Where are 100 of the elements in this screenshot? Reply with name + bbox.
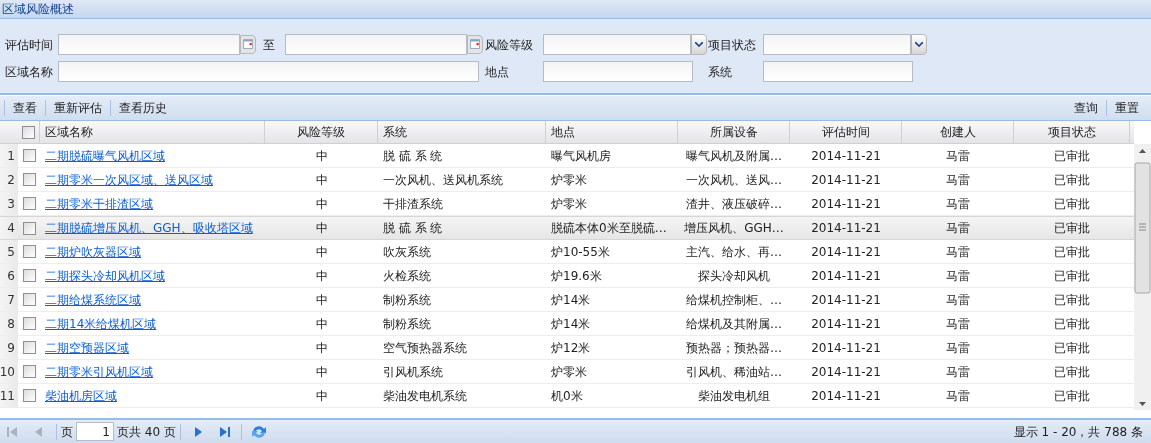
field-label: 风险等级 [485, 36, 534, 54]
column-header[interactable]: 地点 [546, 121, 678, 143]
page-total: 页共 40 页 [117, 423, 176, 441]
row-checkbox[interactable] [22, 245, 36, 258]
row-number: 9 [0, 336, 18, 359]
table-cell-text: 已审批 [1054, 363, 1090, 381]
column-header[interactable]: 项目状态 [1014, 121, 1130, 143]
area-link[interactable]: 二期14米给煤机区域 [45, 314, 157, 333]
table-row[interactable]: 9 二期空预器区域 中 空气预热器系统 炉12米 预热器；预热器… 2014-11-21 马雷 已审批 [0, 336, 1134, 360]
row-checkbox[interactable] [22, 149, 36, 162]
input-field[interactable] [543, 61, 693, 82]
row-checkbox[interactable] [22, 197, 36, 210]
table-cell-text: 马雷 [946, 147, 970, 165]
row-checkbox[interactable] [22, 221, 36, 235]
table-row[interactable]: 5 二期炉吹灰器区域 中 吹灰系统 炉10-55米 主汽、给水、再… 2014-11-21 马雷 已审批 [0, 240, 1134, 264]
table-cell-text: 马雷 [946, 387, 970, 405]
table-cell-text: 2014-11-21 [811, 267, 881, 285]
table-cell-text: 曝气风机房 [551, 147, 611, 165]
table-cell-text: 中 [315, 315, 328, 333]
table-cell-text: 中 [315, 147, 328, 165]
row-number: 10 [0, 360, 18, 383]
table-row[interactable]: 7 二期给煤系统区域 中 制粉系统 炉14米 给煤机控制柜、… 2014-11-21 马雷 已审批 [0, 288, 1134, 312]
dropdown-button[interactable] [691, 34, 707, 55]
table-cell-text: 柴油发电机系统 [383, 387, 467, 405]
row-checkbox[interactable] [22, 365, 36, 378]
table-cell-text: 马雷 [946, 171, 970, 189]
table-cell-text: 已审批 [1054, 243, 1090, 261]
input-field[interactable] [763, 34, 911, 55]
table-row[interactable]: 6 二期探头冷却风机区域 中 火检系统 炉19.6米 探头冷却风机 2014-11-21 马雷 已审批 [0, 264, 1134, 288]
row-checkbox[interactable] [22, 269, 36, 282]
row-checkbox[interactable] [22, 293, 36, 306]
dropdown-button[interactable] [911, 34, 927, 55]
input-field[interactable] [58, 34, 240, 55]
table-row[interactable]: 3 二期零米干排渣区域 中 干排渣系统 炉零米 渣井、液压破碎… 2014-11-21 马雷 已审批 [0, 192, 1134, 216]
area-link[interactable]: 二期零米干排渣区域 [45, 194, 153, 213]
column-header[interactable]: 系统 [378, 121, 546, 143]
table-cell-text: 炉14米 [551, 315, 591, 333]
area-link[interactable]: 二期探头冷却风机区域 [45, 266, 165, 285]
area-link[interactable]: 二期零米引风机区域 [45, 362, 153, 381]
table-cell-text: 渣井、液压破碎… [686, 195, 782, 213]
row-checkbox[interactable] [22, 173, 36, 186]
table-cell-text: 已审批 [1054, 220, 1090, 237]
table-cell-text: 炉10-55米 [551, 243, 610, 261]
table-cell-text: 已审批 [1054, 195, 1090, 213]
scrollbar[interactable] [1134, 144, 1151, 410]
toolbar-button[interactable]: 重置 [1111, 99, 1143, 117]
table-row[interactable]: 8 二期14米给煤机区域 中 制粉系统 炉14米 给煤机及其附属… 2014-11-21 马雷 已审批 [0, 312, 1134, 336]
area-link[interactable]: 二期脱硫曝气风机区域 [45, 146, 165, 165]
table-cell-text: 马雷 [946, 315, 970, 333]
chevron-down-icon [695, 42, 703, 47]
table-row[interactable]: 2 二期零米一次风区域、送风区域 中 一次风机、送风机系统 炉零米 一次风机、送风… 2014-11-21 马雷 已审批 [0, 168, 1134, 192]
table-row[interactable]: 10 二期零米引风机区域 中 引风机系统 炉零米 引风机、稀油站… 2014-11-21 马雷 已审批 [0, 360, 1134, 384]
table-cell-text: 制粉系统 [383, 315, 431, 333]
toolbar-button[interactable]: 查看 [9, 99, 41, 117]
table-cell-text: 引风机系统 [383, 363, 443, 381]
area-link[interactable]: 柴油机房区域 [45, 386, 117, 405]
table-cell-text: 马雷 [946, 195, 970, 213]
row-checkbox[interactable] [22, 341, 36, 354]
row-checkbox[interactable] [22, 317, 36, 330]
table-row[interactable]: 11 柴油机房区域 中 柴油发电机系统 机0米 柴油发电机组 2014-11-21 马雷 已审批 [0, 384, 1134, 408]
column-header[interactable]: 区域名称 [40, 121, 265, 143]
row-checkbox[interactable] [22, 389, 36, 402]
table-cell-text: 2014-11-21 [811, 243, 881, 261]
column-header[interactable]: 所属设备 [678, 121, 790, 143]
table-cell-text: 吹灰系统 [383, 243, 431, 261]
table-cell-text: 中 [315, 267, 328, 285]
table-row[interactable]: 4 二期脱硫增压风机、GGH、吸收塔区域 中 脱 硫 系 统 脱硫本体0米至脱硫… 增压风机、GGH… 2014-11-21 马雷 已审批 [0, 216, 1134, 240]
table-cell-text: 已审批 [1054, 267, 1090, 285]
toolbar-button[interactable]: 查询 [1070, 99, 1102, 117]
input-field[interactable] [543, 34, 691, 55]
toolbar-button[interactable]: 查看历史 [115, 99, 171, 117]
page-number-field[interactable]: 1 [76, 422, 114, 441]
area-link[interactable]: 二期给煤系统区域 [45, 290, 141, 309]
table-cell-text: 已审批 [1054, 339, 1090, 357]
column-header[interactable]: 评估时间 [790, 121, 902, 143]
chevron-down-icon [915, 42, 923, 47]
input-field[interactable] [58, 61, 479, 82]
column-header[interactable]: 风险等级 [265, 121, 378, 143]
table-cell-text: 2014-11-21 [811, 220, 881, 237]
toolbar-button[interactable]: 重新评估 [50, 99, 106, 117]
area-link[interactable]: 二期脱硫增压风机、GGH、吸收塔区域 [45, 219, 253, 237]
row-number: 2 [0, 168, 18, 191]
table-cell-text: 马雷 [946, 243, 970, 261]
table-cell-text: 马雷 [946, 339, 970, 357]
calendar-icon[interactable] [467, 35, 483, 54]
table-cell-text: 制粉系统 [383, 291, 431, 309]
table-row[interactable]: 1 二期脱硫曝气风机区域 中 脱 硫 系 统 曝气风机房 曝气风机及附属… 2014-11-21 马雷 已审批 [0, 144, 1134, 168]
table-cell-text: 中 [315, 291, 328, 309]
input-field[interactable] [763, 61, 913, 82]
area-link[interactable]: 二期空预器区域 [45, 338, 129, 357]
input-field[interactable] [285, 34, 467, 55]
table-cell-text: 已审批 [1054, 171, 1090, 189]
table-cell-text: 干排渣系统 [383, 195, 443, 213]
column-header[interactable]: 创建人 [902, 121, 1014, 143]
table-cell-text: 炉零米 [551, 195, 587, 213]
calendar-icon[interactable] [240, 35, 256, 54]
table-cell-text: 给煤机及其附属… [686, 315, 782, 333]
area-link[interactable]: 二期炉吹灰器区域 [45, 242, 141, 261]
select-all-checkbox[interactable] [22, 125, 35, 139]
area-link[interactable]: 二期零米一次风区域、送风区域 [45, 170, 213, 189]
